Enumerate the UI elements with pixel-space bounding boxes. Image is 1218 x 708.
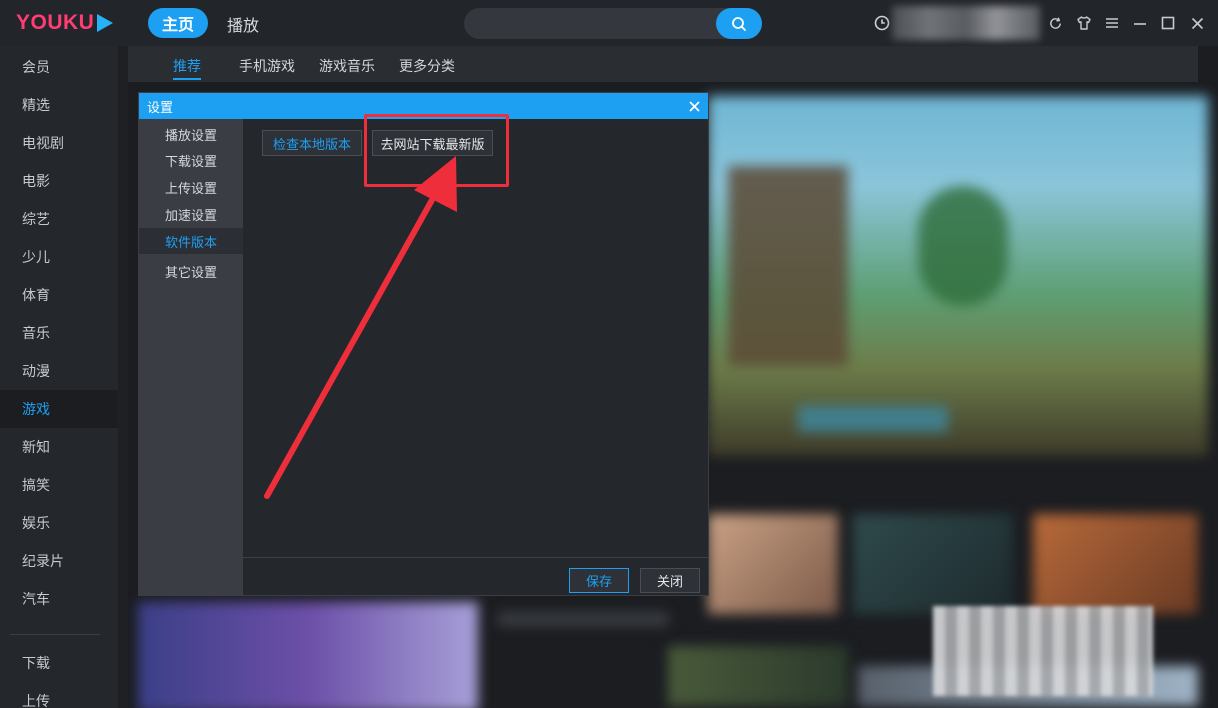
youku-client-window: YOUKU 主页 播放 会员 精选 电视剧 电影 综艺 少儿 体育 音乐 动漫 … [0, 0, 1218, 708]
red-arrow-annotation [264, 156, 457, 499]
